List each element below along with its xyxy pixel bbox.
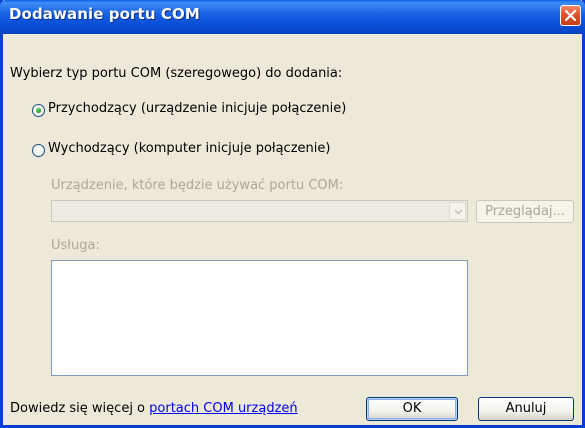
dialog-window: Dodawanie portu COM Wybierz typ portu CO… (0, 0, 585, 428)
title-bar[interactable]: Dodawanie portu COM (0, 0, 585, 34)
close-button[interactable] (560, 5, 581, 26)
window-title: Dodawanie portu COM (9, 5, 200, 23)
dialog-body: Wybierz typ portu COM (szeregowego) do d… (3, 34, 582, 425)
service-input[interactable] (51, 260, 468, 376)
help-prefix: Dowiedz się więcej o (10, 401, 150, 416)
browse-button[interactable]: Przeglądaj... (476, 200, 574, 223)
close-icon (564, 9, 577, 22)
device-select-dropdown-button[interactable] (449, 202, 466, 220)
radio-outgoing[interactable] (32, 144, 45, 157)
cancel-button[interactable]: Anuluj (478, 397, 574, 421)
ok-button[interactable]: OK (366, 397, 458, 421)
service-label: Usługa: (51, 238, 100, 253)
radio-outgoing-label[interactable]: Wychodzący (komputer inicjuje połączenie… (48, 141, 330, 156)
device-select[interactable] (51, 200, 468, 222)
port-type-prompt: Wybierz typ portu COM (szeregowego) do d… (10, 66, 343, 81)
radio-incoming-dot (36, 108, 41, 113)
radio-incoming-label[interactable]: Przychodzący (urządzenie inicjuje połącz… (48, 101, 346, 116)
device-label: Urządzenie, które będzie używać portu CO… (51, 178, 344, 193)
help-link[interactable]: portach COM urządzeń (149, 401, 297, 416)
radio-incoming[interactable] (32, 104, 45, 117)
chevron-down-icon (454, 209, 463, 215)
help-text: Dowiedz się więcej o portach COM urządze… (10, 401, 298, 416)
